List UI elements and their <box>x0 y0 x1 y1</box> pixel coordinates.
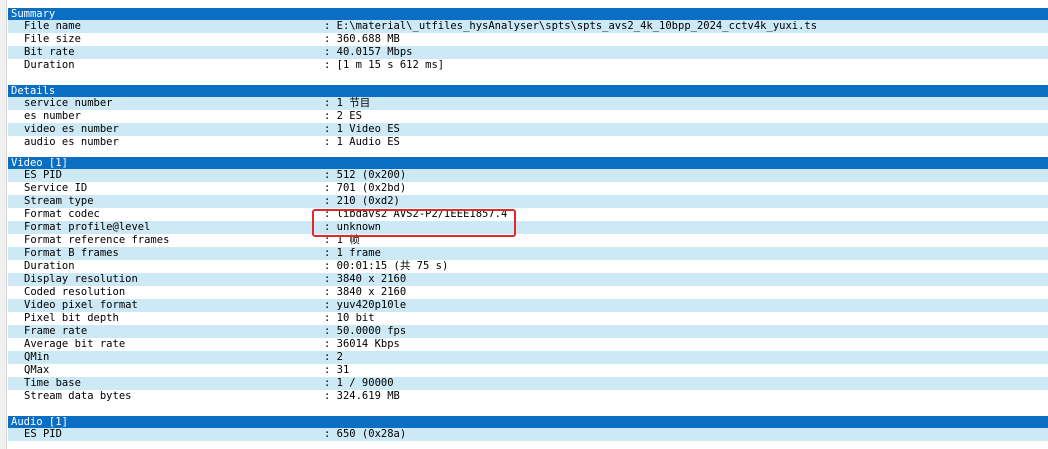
row-value: : 00:01:15 (共 75 s) <box>324 260 449 272</box>
row-value: : 3840 x 2160 <box>324 273 407 285</box>
row-key: QMin <box>24 351 50 363</box>
row-value: : 1 帧 <box>324 234 360 246</box>
info-row: Format B frames : 1 frame <box>8 247 1048 260</box>
row-key: audio es number <box>24 136 119 148</box>
row-key: Frame rate <box>24 325 88 337</box>
row-key: Format profile@level <box>24 221 151 233</box>
row-key: Format B frames <box>24 247 119 259</box>
info-row: File name : E:\material\_utfiles_hysAnaly… <box>8 20 1048 33</box>
video-section: Video [1] ES PID : 512 (0x200) Service ID… <box>8 157 1048 403</box>
row-value: : 2 ES <box>324 110 362 122</box>
row-value: : 3840 x 2160 <box>324 286 407 298</box>
row-key: video es number <box>24 123 119 135</box>
info-row: Average bit rate : 36014 Kbps <box>8 338 1048 351</box>
info-row: Display resolution : 3840 x 2160 <box>8 273 1048 286</box>
row-value: : [1 m 15 s 612 ms] <box>324 59 445 71</box>
row-value: : 10 bit <box>324 312 375 324</box>
info-row: ES PID : 512 (0x200) <box>8 169 1048 182</box>
info-row: Format reference frames : 1 帧 <box>8 234 1048 247</box>
row-value: : libdavs2 AVS2-P2/IEEE1857.4 <box>324 208 508 220</box>
row-value: : 360.688 MB <box>324 33 400 45</box>
row-value: : 1 Video ES <box>324 123 400 135</box>
row-key: Display resolution <box>24 273 138 285</box>
details-section: Details service number : 1 节目 es number : … <box>8 85 1048 149</box>
info-row: Format codec : libdavs2 AVS2-P2/IEEE1857.… <box>8 208 1048 221</box>
info-row: Pixel bit depth : 10 bit <box>8 312 1048 325</box>
row-key: Duration <box>24 260 75 272</box>
row-key: Stream data bytes <box>24 390 132 402</box>
info-row: QMax : 31 <box>8 364 1048 377</box>
info-row: es number : 2 ES <box>8 110 1048 123</box>
info-row: ES PID : 650 (0x28a) <box>8 428 1048 441</box>
row-value: : 1 frame <box>324 247 381 259</box>
row-value: : E:\material\_utfiles_hysAnalyser\spts\… <box>324 20 818 32</box>
row-value: : 210 (0xd2) <box>324 195 400 207</box>
row-key: Average bit rate <box>24 338 126 350</box>
info-row: Video pixel format : yuv420p10le <box>8 299 1048 312</box>
section-header-video: Video [1] <box>8 157 1048 169</box>
info-row: QMin : 2 <box>8 351 1048 364</box>
row-key: Pixel bit depth <box>24 312 119 324</box>
audio-section: Audio [1] ES PID : 650 (0x28a) <box>8 416 1048 441</box>
row-value: : 31 <box>324 364 350 376</box>
row-key: ES PID <box>24 169 62 181</box>
row-key: Time base <box>24 377 81 389</box>
row-value: : 650 (0x28a) <box>324 428 407 440</box>
info-row: service number : 1 节目 <box>8 97 1048 110</box>
row-key: es number <box>24 110 81 122</box>
info-row: Service ID : 701 (0x2bd) <box>8 182 1048 195</box>
row-key: Video pixel format <box>24 299 138 311</box>
row-value: : 50.0000 fps <box>324 325 407 337</box>
row-key: Duration <box>24 59 75 71</box>
row-key: service number <box>24 97 113 109</box>
row-key: Format codec <box>24 208 100 220</box>
info-row: video es number : 1 Video ES <box>8 123 1048 136</box>
row-value: : 1 / 90000 <box>324 377 394 389</box>
row-value: : 1 Audio ES <box>324 136 400 148</box>
summary-section: Summary File name : E:\material\_utfiles_… <box>8 8 1048 72</box>
media-info-report: Summary File name : E:\material\_utfiles_… <box>8 8 1048 441</box>
info-row: Duration : [1 m 15 s 612 ms] <box>8 59 1048 72</box>
section-header-summary: Summary <box>8 8 1048 20</box>
row-key: Stream type <box>24 195 94 207</box>
row-value: : 512 (0x200) <box>324 169 407 181</box>
row-value: : 1 节目 <box>324 97 371 109</box>
row-key: Coded resolution <box>24 286 126 298</box>
row-value: : 2 <box>324 351 343 363</box>
info-row: Duration : 00:01:15 (共 75 s) <box>8 260 1048 273</box>
section-header-audio: Audio [1] <box>8 416 1048 428</box>
row-key: Format reference frames <box>24 234 170 246</box>
left-scroll-edge <box>0 0 7 449</box>
row-key: QMax <box>24 364 50 376</box>
row-key: ES PID <box>24 428 62 440</box>
row-key: Bit rate <box>24 46 75 58</box>
row-key: File name <box>24 20 81 32</box>
row-value: : unknown <box>324 221 381 233</box>
section-header-details: Details <box>8 85 1048 97</box>
row-key: File size <box>24 33 81 45</box>
row-value: : yuv420p10le <box>324 299 407 311</box>
row-value: : 324.619 MB <box>324 390 400 402</box>
info-row: Stream data bytes : 324.619 MB <box>8 390 1048 403</box>
info-row: Time base : 1 / 90000 <box>8 377 1048 390</box>
row-value: : 40.0157 Mbps <box>324 46 413 58</box>
info-row: Coded resolution : 3840 x 2160 <box>8 286 1048 299</box>
row-value: : 701 (0x2bd) <box>324 182 407 194</box>
info-row: Format profile@level : unknown <box>8 221 1048 234</box>
info-row: Bit rate : 40.0157 Mbps <box>8 46 1048 59</box>
info-row: Stream type : 210 (0xd2) <box>8 195 1048 208</box>
info-row: Frame rate : 50.0000 fps <box>8 325 1048 338</box>
row-value: : 36014 Kbps <box>324 338 400 350</box>
info-row: audio es number : 1 Audio ES <box>8 136 1048 149</box>
info-row: File size : 360.688 MB <box>8 33 1048 46</box>
row-key: Service ID <box>24 182 88 194</box>
